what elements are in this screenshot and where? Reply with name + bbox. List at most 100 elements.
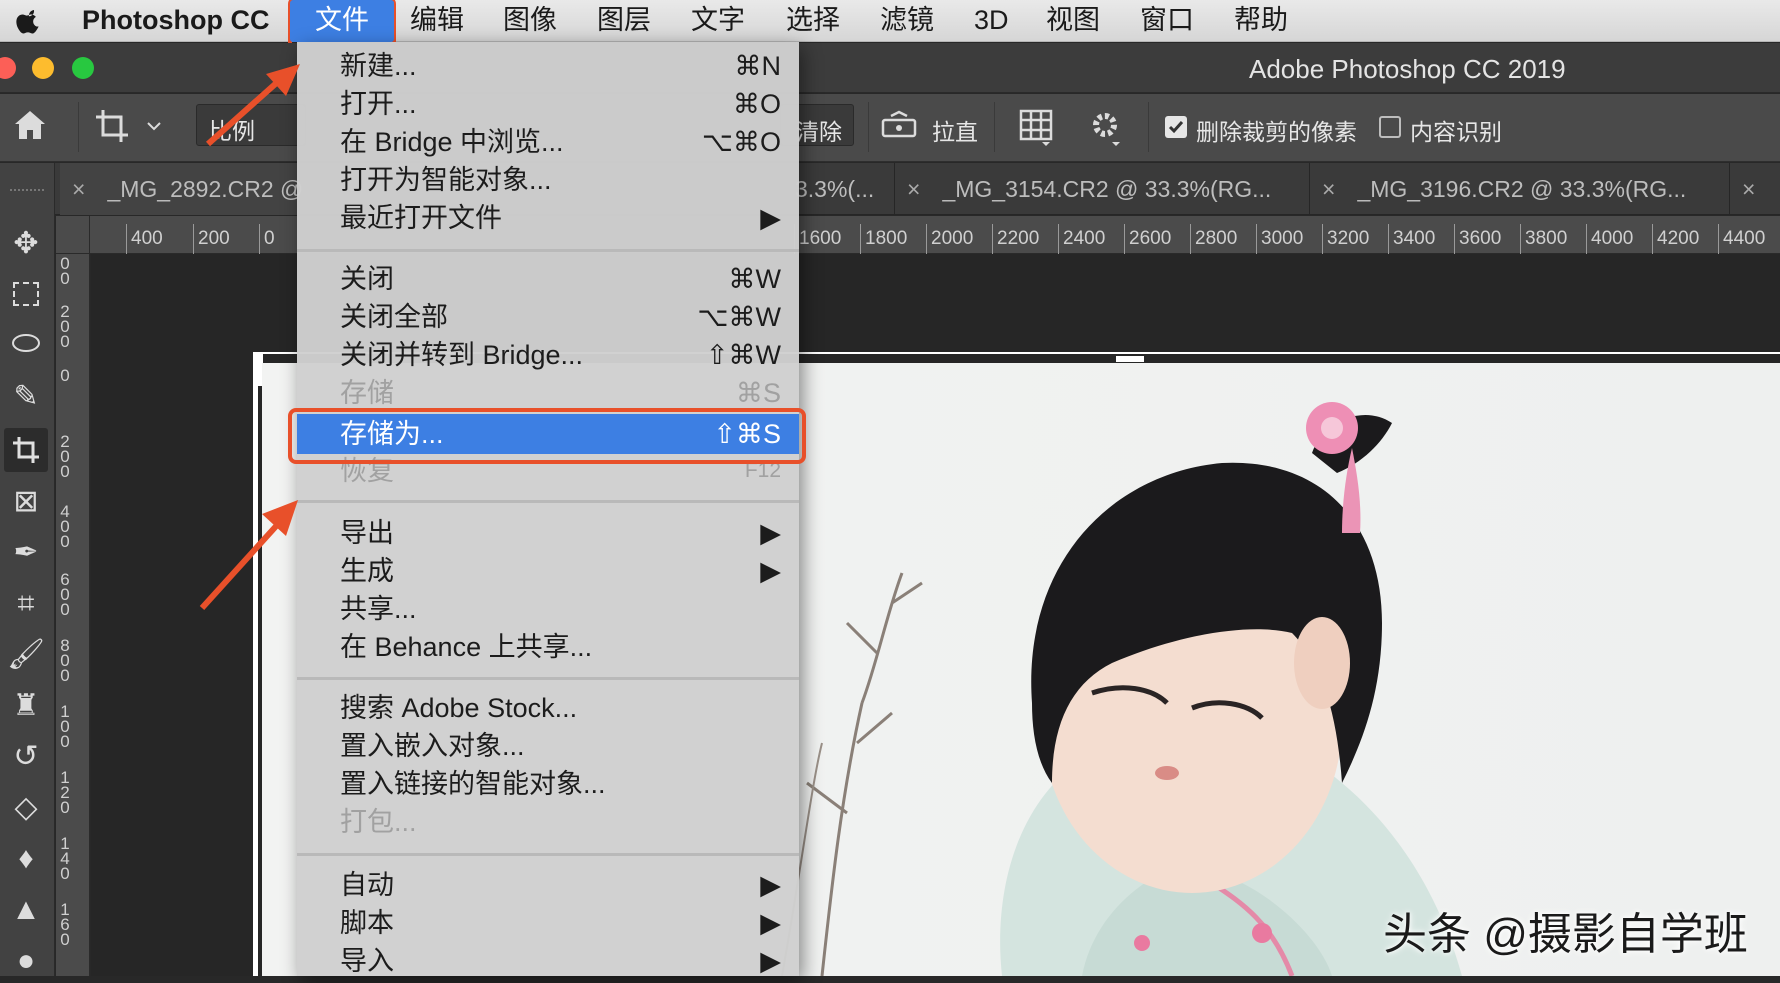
- lasso-tool-icon[interactable]: [4, 324, 48, 368]
- menu-item-place-linked[interactable]: 置入链接的智能对象...: [297, 765, 799, 803]
- menu-file[interactable]: 文件: [290, 0, 394, 42]
- menu-item-browse-in-bridge[interactable]: 在 Bridge 中浏览... ⌥⌘O: [297, 123, 799, 161]
- document-tab[interactable]: 3.3%(...: [795, 163, 895, 215]
- menu-separator: [297, 249, 799, 252]
- menu-item-share-on-behance[interactable]: 在 Behance 上共享...: [297, 628, 799, 666]
- divider: [1148, 102, 1149, 152]
- menu-item-scripts[interactable]: 脚本 ▶: [297, 904, 799, 942]
- menu-item-close-and-go-to-bridge[interactable]: 关闭并转到 Bridge... ⇧⌘W: [297, 336, 799, 374]
- menu-type[interactable]: 文字: [691, 0, 745, 42]
- frame-tool-icon[interactable]: ⊠: [4, 480, 48, 524]
- ruler-origin[interactable]: [56, 216, 90, 254]
- chevron-down-icon[interactable]: [146, 120, 162, 132]
- ruler-tick-label: 4200: [1652, 224, 1699, 254]
- healing-brush-tool-icon[interactable]: ⌗: [4, 582, 48, 626]
- menu-filter[interactable]: 滤镜: [880, 0, 934, 42]
- menu-item-label: 搜索 Adobe Stock...: [340, 693, 578, 723]
- straighten-label[interactable]: 拉直: [932, 113, 978, 147]
- menu-3d[interactable]: 3D: [974, 0, 1009, 42]
- app-name-menu[interactable]: Photoshop CC: [82, 0, 269, 42]
- gear-icon[interactable]: [1088, 108, 1124, 146]
- ruler-tick-label: 3400: [1388, 224, 1435, 254]
- menu-item-label: 最近打开文件: [340, 203, 502, 233]
- menu-item-close-all[interactable]: 关闭全部 ⌥⌘W: [297, 298, 799, 336]
- clone-stamp-tool-icon[interactable]: ♜: [4, 684, 48, 728]
- close-tab-icon[interactable]: ×: [907, 176, 920, 202]
- menu-item-shortcut: ⌥⌘O: [701, 127, 781, 157]
- menu-item-import[interactable]: 导入 ▶: [297, 942, 799, 980]
- move-tool-icon[interactable]: ✥: [4, 222, 48, 266]
- clear-button-label: 清除: [796, 119, 842, 145]
- divider: [868, 102, 869, 152]
- menu-item-close[interactable]: 关闭 ⌘W: [297, 260, 799, 298]
- eraser-tool-icon[interactable]: ◇: [4, 786, 48, 830]
- menu-item-label: 置入链接的智能对象...: [340, 769, 606, 799]
- paint-bucket-tool-icon[interactable]: ♦: [4, 837, 48, 881]
- save-as-highlight-annotation: [288, 408, 806, 464]
- ruler-tick-label: 200: [193, 224, 230, 254]
- close-tab-icon[interactable]: ×: [1742, 176, 1755, 202]
- ratio-select-label: 比例: [209, 118, 255, 144]
- content-aware-checkbox[interactable]: [1379, 116, 1401, 138]
- menu-window[interactable]: 窗口: [1140, 0, 1194, 42]
- menu-item-label: 新建...: [340, 51, 417, 81]
- close-tab-icon[interactable]: ×: [1322, 176, 1335, 202]
- menu-item-place-embedded[interactable]: 置入嵌入对象...: [297, 727, 799, 765]
- menu-image[interactable]: 图像: [503, 0, 557, 42]
- grid-overlay-icon[interactable]: [1018, 108, 1054, 146]
- apple-icon[interactable]: [14, 6, 44, 36]
- dodge-tool-icon[interactable]: ●: [4, 939, 48, 983]
- menu-item-new[interactable]: 新建... ⌘N: [297, 47, 799, 85]
- document-tab[interactable]: × _MG_3154.CR2 @ 33.3%(RG...: [895, 163, 1310, 215]
- document-tab[interactable]: ×: [1730, 163, 1780, 215]
- ruler-tick-label: 0 0: [60, 254, 70, 288]
- zoom-window-button[interactable]: [72, 57, 94, 79]
- document-tab[interactable]: × _MG_2892.CR2 @: [60, 163, 304, 215]
- ruler-tick-label: 1 2 0: [60, 768, 70, 817]
- menu-item-label: 在 Bridge 中浏览...: [340, 127, 564, 157]
- submenu-arrow-icon: ▶: [760, 518, 781, 548]
- menu-edit[interactable]: 编辑: [410, 0, 464, 42]
- quick-selection-tool-icon[interactable]: ✎: [4, 375, 48, 419]
- submenu-arrow-icon: ▶: [760, 908, 781, 938]
- crop-tool-icon[interactable]: [94, 108, 132, 144]
- menu-item-export[interactable]: 导出 ▶: [297, 514, 799, 552]
- crop-tool-icon[interactable]: [4, 428, 48, 472]
- menu-select[interactable]: 选择: [786, 0, 840, 42]
- checkmark-icon: [1168, 121, 1184, 134]
- menu-layer[interactable]: 图层: [597, 0, 651, 42]
- ruler-tick-label: 3800: [1520, 224, 1567, 254]
- menu-item-open-as-smart-object[interactable]: 打开为智能对象...: [297, 161, 799, 199]
- menu-item-share[interactable]: 共享...: [297, 590, 799, 628]
- document-tab-label: _MG_2892.CR2 @: [107, 176, 304, 202]
- menu-item-automate[interactable]: 自动 ▶: [297, 866, 799, 904]
- marquee-tool-icon[interactable]: [4, 273, 48, 317]
- crop-handle[interactable]: [1116, 356, 1144, 362]
- menu-item-shortcut: ⇧⌘W: [705, 340, 781, 370]
- ruler-tick-label: 1 4 0: [60, 834, 70, 883]
- menu-view[interactable]: 视图: [1046, 0, 1100, 42]
- menu-item-open-recent[interactable]: 最近打开文件 ▶: [297, 199, 799, 237]
- menu-item-search-adobe-stock[interactable]: 搜索 Adobe Stock...: [297, 689, 799, 727]
- divider: [78, 102, 79, 152]
- menu-item-label: 共享...: [340, 594, 417, 624]
- eyedropper-tool-icon[interactable]: ✒: [4, 531, 48, 575]
- ruler-tick-label: 3600: [1454, 224, 1501, 254]
- close-tab-icon[interactable]: ×: [72, 176, 85, 202]
- brush-tool-icon[interactable]: 🖌: [4, 633, 48, 677]
- menu-item-open[interactable]: 打开... ⌘O: [297, 85, 799, 123]
- minimize-window-button[interactable]: [32, 57, 54, 79]
- history-brush-tool-icon[interactable]: ↺: [4, 735, 48, 779]
- ruler-tick-label: 1 6 0: [60, 900, 70, 949]
- menu-help[interactable]: 帮助: [1234, 0, 1288, 42]
- menu-item-generate[interactable]: 生成 ▶: [297, 552, 799, 590]
- blur-tool-icon[interactable]: ▲: [4, 888, 48, 932]
- submenu-arrow-icon: ▶: [760, 203, 781, 233]
- panel-grip[interactable]: [10, 189, 44, 195]
- ruler-tick-label: 1800: [860, 224, 907, 254]
- ruler-tick-label: 2 0 0: [60, 302, 70, 351]
- document-tab[interactable]: × _MG_3196.CR2 @ 33.3%(RG...: [1310, 163, 1730, 215]
- straighten-icon[interactable]: [880, 108, 918, 142]
- home-icon[interactable]: [12, 108, 48, 142]
- ruler-tick-label: 4000: [1586, 224, 1633, 254]
